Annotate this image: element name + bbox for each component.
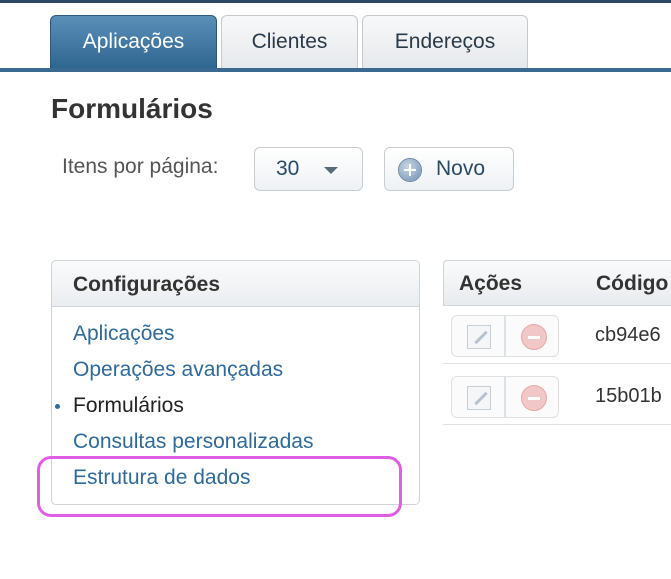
config-panel-title: Configurações xyxy=(73,273,221,296)
config-panel-header: Configurações xyxy=(52,261,419,307)
edit-button[interactable] xyxy=(451,315,505,357)
table-row: 15b01b xyxy=(443,368,671,425)
row-code: cb94e6 xyxy=(595,324,661,346)
page-title: Formulários xyxy=(51,93,213,124)
table-header: Ações Código xyxy=(443,260,671,306)
delete-button[interactable] xyxy=(505,376,559,418)
items-per-page-value: 30 xyxy=(276,157,300,180)
tab-label: Clientes xyxy=(251,30,328,53)
chevron-down-icon xyxy=(324,167,338,174)
edit-button[interactable] xyxy=(451,376,505,418)
column-header-codigo[interactable]: Código xyxy=(596,272,668,296)
table-row: cb94e6 xyxy=(443,307,671,364)
pencil-icon xyxy=(467,386,491,410)
top-border xyxy=(0,0,671,3)
pencil-icon xyxy=(467,325,491,349)
row-code: 15b01b xyxy=(595,385,662,407)
remove-icon xyxy=(521,324,547,350)
menu-item-consultas-personalizadas[interactable]: Consultas personalizadas xyxy=(73,430,313,454)
new-button-label: Novo xyxy=(436,157,486,180)
current-item-bullet xyxy=(55,404,60,409)
items-per-page-label: Itens por página: xyxy=(62,155,219,178)
tab-enderecos[interactable]: Endereços xyxy=(362,15,528,68)
tab-clientes[interactable]: Clientes xyxy=(221,15,358,68)
plus-circle-icon xyxy=(399,159,421,181)
highlight-annotation xyxy=(37,456,402,517)
column-header-acoes: Ações xyxy=(459,272,523,295)
menu-item-formularios[interactable]: Formulários xyxy=(73,394,184,418)
tab-aplicacoes[interactable]: Aplicações xyxy=(50,15,217,68)
remove-icon xyxy=(521,385,547,411)
menu-item-operacoes-avancadas[interactable]: Operações avançadas xyxy=(73,358,283,382)
new-button[interactable]: Novo xyxy=(384,147,514,191)
tab-bar-divider xyxy=(0,68,671,72)
menu-item-aplicacoes[interactable]: Aplicações xyxy=(73,322,175,346)
tab-label: Aplicações xyxy=(82,30,185,53)
tab-label: Endereços xyxy=(394,30,496,53)
items-per-page-select[interactable]: 30 xyxy=(254,147,363,191)
delete-button[interactable] xyxy=(505,315,559,357)
